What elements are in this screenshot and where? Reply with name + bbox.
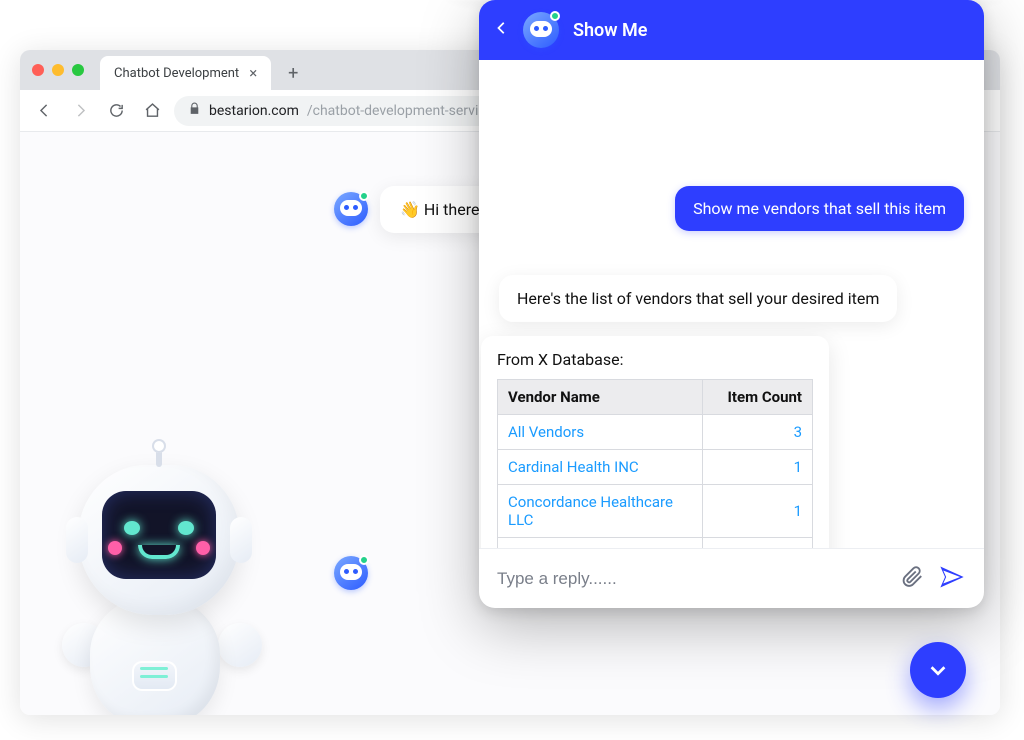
reply-input[interactable] [497,569,888,589]
chat-toggle-fab[interactable] [910,642,966,698]
send-icon [938,563,966,591]
tab-close-icon[interactable]: × [249,64,257,82]
table-row: Cardinal Health INC 1 [498,450,813,485]
send-button[interactable] [938,563,966,595]
chat-back-button[interactable] [495,17,509,43]
tab-title: Chatbot Development [114,66,239,81]
chevron-down-icon [927,659,949,681]
item-count: 3 [703,415,813,450]
column-header-vendor: Vendor Name [498,380,703,415]
vendor-link[interactable]: All Vendors [508,423,584,441]
lock-icon [188,102,201,119]
window-minimize-button[interactable] [52,64,64,76]
item-count: 1 [703,450,813,485]
chat-widget: Show Me Show me vendors that sell this i… [479,0,984,608]
nav-back-button[interactable] [30,97,58,125]
table-header-row: Vendor Name Item Count [498,380,813,415]
vendors-table: Vendor Name Item Count All Vendors 3 Car… [497,379,813,548]
window-controls [32,50,100,90]
user-message: Show me vendors that sell this item [675,186,964,231]
user-message-text: Show me vendors that sell this item [693,199,946,218]
bot-message-text: Here's the list of vendors that sell you… [517,289,879,308]
chat-body: Show me vendors that sell this item Here… [479,60,984,548]
window-close-button[interactable] [32,64,44,76]
item-count: 1 [703,538,813,549]
window-maximize-button[interactable] [72,64,84,76]
url-domain: bestarion.com [209,103,299,119]
table-row: All Vendors 3 [498,415,813,450]
vendor-link[interactable]: Concordance Healthcare LLC [508,493,673,529]
table-row: Concordance Healthcare LLC 1 [498,485,813,538]
chat-title: Show Me [573,20,647,41]
vendor-link[interactable]: Cardinal Health INC [508,458,639,476]
home-icon [144,102,161,119]
attach-button[interactable] [902,566,924,592]
nav-home-button[interactable] [138,97,166,125]
url-path: /chatbot-development-service [307,103,493,119]
arrow-left-icon [36,102,53,119]
item-count: 1 [703,485,813,538]
bot-avatar-icon [334,556,368,590]
chevron-left-icon [495,17,509,39]
chat-input-bar [479,548,984,608]
new-tab-button[interactable]: + [279,59,307,87]
reload-icon [108,102,125,119]
bot-message: Here's the list of vendors that sell you… [499,275,897,322]
robot-mascot-icon [50,465,270,715]
column-header-count: Item Count [703,380,813,415]
nav-reload-button[interactable] [102,97,130,125]
browser-tab[interactable]: Chatbot Development × [100,56,271,90]
paperclip-icon [902,566,924,588]
table-row: Owens & Minor INC 1 [498,538,813,549]
database-result-card: From X Database: Vendor Name Item Count … [481,336,829,548]
bot-avatar-icon [523,12,559,48]
bot-avatar-icon [334,192,368,226]
chat-header: Show Me [479,0,984,60]
vendor-link[interactable]: Owens & Minor INC [508,546,637,548]
arrow-right-icon [72,102,89,119]
database-label: From X Database: [497,350,813,369]
nav-forward-button[interactable] [66,97,94,125]
